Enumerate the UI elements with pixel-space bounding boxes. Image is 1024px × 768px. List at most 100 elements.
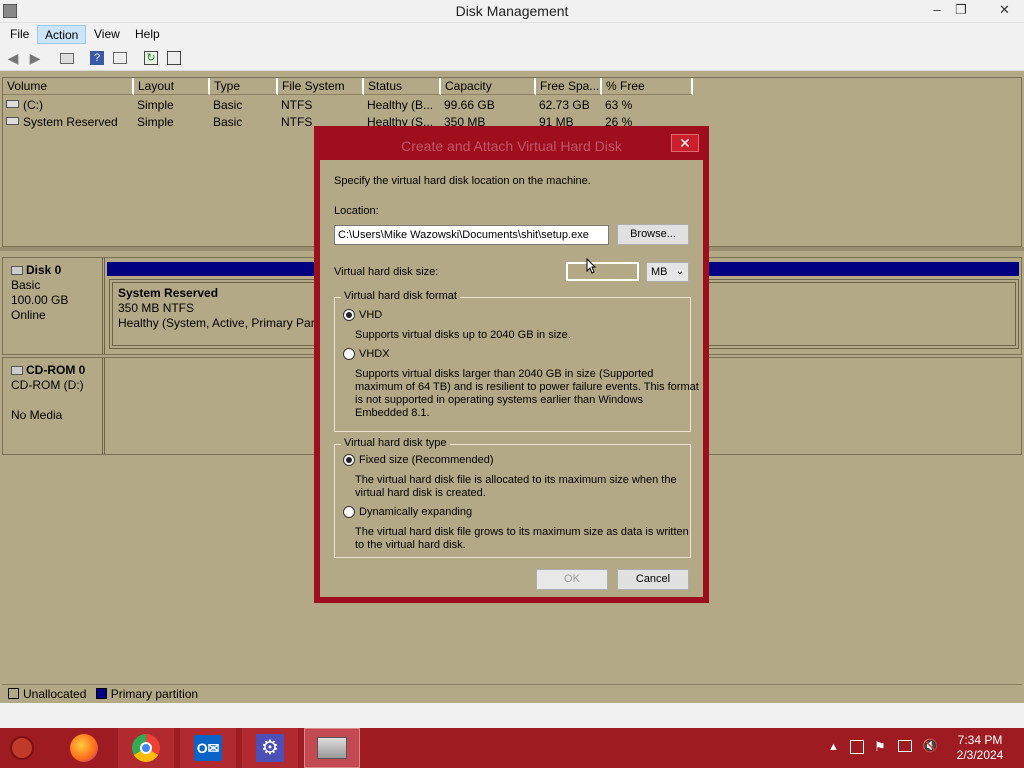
size-input[interactable] xyxy=(566,262,639,281)
dynamic-label[interactable]: Dynamically expanding xyxy=(359,506,472,519)
format-group-label: Virtual hard disk format xyxy=(341,290,460,302)
vhd-radio[interactable] xyxy=(343,309,355,321)
cdrom-0-name: CD-ROM 0 xyxy=(26,363,86,377)
outlook-icon: O✉ xyxy=(194,735,222,761)
vhd-description: Supports virtual disks up to 2040 GB in … xyxy=(355,329,571,341)
vhd-label[interactable]: VHD xyxy=(359,309,382,322)
vhdx-radio[interactable] xyxy=(343,348,355,360)
legend-unallocated: Unallocated xyxy=(23,687,87,701)
vhdx-label[interactable]: VHDX xyxy=(359,348,390,361)
volume-layout: Simple xyxy=(137,98,174,112)
taskbar-outlook[interactable]: O✉ xyxy=(180,728,236,768)
dynamic-radio[interactable] xyxy=(343,506,355,518)
taskbar-disk-management[interactable] xyxy=(304,728,360,768)
fixed-description-line-2: virtual hard disk is created. xyxy=(355,487,486,499)
type-group: Virtual hard disk type Fixed size (Recom… xyxy=(334,437,691,558)
cancel-button[interactable]: Cancel xyxy=(617,569,689,590)
dialog-close-button[interactable]: ✕ xyxy=(671,134,699,152)
gear-icon: ⚙ xyxy=(256,734,284,762)
size-unit-select[interactable]: MB ⌄ xyxy=(646,262,689,282)
vhdx-description-line-2: maximum of 64 TB) and is resilient to po… xyxy=(355,381,699,393)
menu-bar: File Action View Help xyxy=(0,23,1024,45)
disk-management-icon xyxy=(317,737,347,759)
col-free-space[interactable]: Free Spa... xyxy=(536,78,602,95)
taskbar-firefox[interactable] xyxy=(56,728,112,768)
legend-unallocated-swatch xyxy=(8,688,19,699)
volume-fs: NTFS xyxy=(281,115,313,129)
volume-free: 62.73 GB xyxy=(539,98,590,112)
drive-icon xyxy=(6,117,19,125)
fixed-size-label[interactable]: Fixed size (Recommended) xyxy=(359,454,494,467)
disk-0-state: Online xyxy=(11,308,46,322)
volume-name: (C:) xyxy=(23,98,43,112)
col-layout[interactable]: Layout xyxy=(134,78,210,95)
volume-name: System Reserved xyxy=(23,115,118,129)
start-button[interactable] xyxy=(0,728,44,768)
cdrom-0-label[interactable]: CD-ROM 0 CD-ROM (D:) No Media xyxy=(3,358,105,454)
list-view-icon[interactable] xyxy=(58,49,76,67)
location-input[interactable] xyxy=(334,225,609,245)
col-type[interactable]: Type xyxy=(210,78,278,95)
menu-help[interactable]: Help xyxy=(128,25,167,44)
dialog-title: Create and Attach Virtual Hard Disk xyxy=(401,138,622,154)
rescan-disks-icon[interactable] xyxy=(165,49,183,67)
menu-file[interactable]: File xyxy=(3,25,36,44)
taskbar-chrome[interactable] xyxy=(118,728,174,768)
col-status[interactable]: Status xyxy=(364,78,441,95)
firefox-icon xyxy=(70,734,98,762)
volume-capacity: 99.66 GB xyxy=(444,98,495,112)
taskbar: O✉ ⚙ ▲ ⚑ 🔇 7:34 PM 2/3/2024 xyxy=(0,728,1024,768)
col-volume[interactable]: Volume xyxy=(3,78,134,95)
volume-percent-free: 63 % xyxy=(605,98,633,112)
status-bar xyxy=(0,703,1024,728)
dialog-intro: Specify the virtual hard disk location o… xyxy=(334,175,591,187)
size-unit-value: MB xyxy=(651,266,668,278)
clock-time: 7:34 PM xyxy=(957,733,1003,747)
menu-action[interactable]: Action xyxy=(37,25,87,44)
refresh-icon[interactable]: ↻ xyxy=(142,49,160,67)
disk-0-label[interactable]: Disk 0 Basic 100.00 GB Online xyxy=(3,258,105,354)
taskbar-settings[interactable]: ⚙ xyxy=(242,728,298,768)
browse-button[interactable]: Browse... xyxy=(617,224,689,245)
vhdx-description-line-3: is not supported in operating systems ea… xyxy=(355,394,643,406)
fixed-size-radio[interactable] xyxy=(343,454,355,466)
disk-icon xyxy=(11,266,23,275)
menu-view[interactable]: View xyxy=(87,25,127,44)
show-hidden-icons[interactable]: ▲ xyxy=(828,741,839,753)
clock-date: 2/3/2024 xyxy=(956,748,1004,762)
type-group-label: Virtual hard disk type xyxy=(341,437,450,449)
col-file-system[interactable]: File System xyxy=(278,78,364,95)
forward-arrow-icon[interactable]: ▶ xyxy=(26,49,44,67)
col-capacity[interactable]: Capacity xyxy=(441,78,536,95)
legend-primary: Primary partition xyxy=(110,687,199,701)
help-icon[interactable]: ? xyxy=(88,49,106,67)
maximize-button[interactable]: ❐ xyxy=(946,0,976,22)
start-orb-icon xyxy=(10,736,34,760)
chevron-down-icon: ⌄ xyxy=(675,266,684,277)
volume-type: Basic xyxy=(213,115,243,129)
disk-0-size: 100.00 GB xyxy=(11,293,69,307)
ok-button[interactable]: OK xyxy=(536,569,608,590)
location-label: Location: xyxy=(334,205,379,217)
dialog-title-bar: Create and Attach Virtual Hard Disk ✕ xyxy=(320,132,703,160)
col-percent-free[interactable]: % Free xyxy=(602,78,693,95)
cdrom-icon xyxy=(11,366,23,375)
clock[interactable]: 7:34 PM 2/3/2024 xyxy=(948,733,1012,763)
close-button[interactable]: ✕ xyxy=(985,0,1024,22)
disk-0-type: Basic xyxy=(11,278,41,292)
dynamic-description-line-2: to the virtual hard disk. xyxy=(355,539,466,551)
legend: Unallocated Primary partition xyxy=(2,684,1022,702)
disk-0-name: Disk 0 xyxy=(26,263,62,277)
title-bar: Disk Management – ❐ ✕ xyxy=(0,0,1024,23)
mouse-cursor-icon xyxy=(586,257,597,274)
volume-muted-icon[interactable]: 🔇 xyxy=(922,738,938,754)
window-title: Disk Management xyxy=(455,3,569,19)
flag-icon[interactable]: ⚑ xyxy=(874,739,886,755)
action-center-icon[interactable] xyxy=(850,740,864,754)
network-icon[interactable] xyxy=(898,740,912,752)
properties-icon[interactable] xyxy=(111,49,129,67)
format-group: Virtual hard disk format VHD Supports vi… xyxy=(334,290,699,432)
toolbar: ◀ ▶ ? ↻ xyxy=(0,45,1024,71)
back-arrow-icon[interactable]: ◀ xyxy=(4,49,22,67)
create-vhd-dialog: Create and Attach Virtual Hard Disk ✕ Sp… xyxy=(314,126,709,603)
